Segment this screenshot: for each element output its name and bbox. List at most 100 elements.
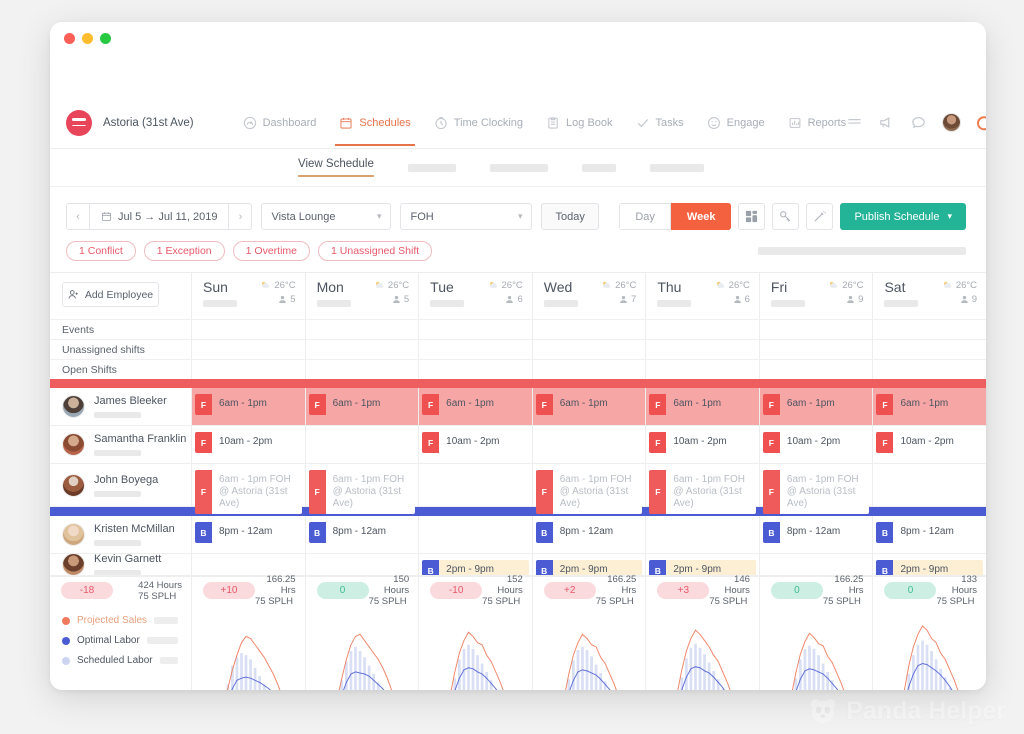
- empty-cell[interactable]: [419, 464, 533, 506]
- shift-block[interactable]: F 6am - 1pm: [308, 394, 416, 415]
- unassigned-cell[interactable]: [873, 340, 986, 359]
- tab-placeholder[interactable]: [489, 163, 548, 172]
- open-shift-cell[interactable]: [646, 360, 760, 379]
- people-icon: [960, 295, 968, 303]
- shift-block[interactable]: F 10am - 2pm: [762, 432, 870, 453]
- check-icon: [636, 116, 650, 130]
- shift-block[interactable]: F 6am - 1pm: [535, 394, 643, 415]
- empty-cell[interactable]: [419, 516, 533, 553]
- view-day-button[interactable]: Day: [619, 203, 671, 230]
- shift-block[interactable]: F 6am - 1pm FOH @ Astoria (31st Ave): [308, 470, 416, 514]
- shift-block[interactable]: B 8pm - 12am: [762, 522, 870, 543]
- empty-cell[interactable]: [306, 554, 420, 575]
- unassigned-cell[interactable]: [760, 340, 874, 359]
- open-shift-cell[interactable]: [873, 360, 986, 379]
- open-shift-cell[interactable]: [533, 360, 647, 379]
- shift-block[interactable]: F 10am - 2pm: [649, 432, 756, 453]
- tab-placeholder[interactable]: [581, 163, 616, 172]
- user-avatar[interactable]: [942, 113, 962, 132]
- publish-schedule-button[interactable]: Publish Schedule ▾: [840, 203, 966, 230]
- shift-block[interactable]: F 6am - 1pm FOH @ Astoria (31st Ave): [195, 470, 302, 514]
- shift-block[interactable]: F 6am - 1pm: [649, 394, 756, 415]
- events-cell[interactable]: [306, 320, 420, 339]
- day-chart-sat[interactable]: [873, 604, 986, 690]
- unassigned-cell[interactable]: [306, 340, 420, 359]
- shift-block[interactable]: F 10am - 2pm: [876, 432, 984, 453]
- day-chart-fri[interactable]: [760, 604, 874, 690]
- day-chart-tue[interactable]: [419, 604, 533, 690]
- tab-view-schedule[interactable]: View Schedule: [298, 158, 374, 177]
- events-cell[interactable]: [646, 320, 760, 339]
- day-chart-thu[interactable]: [646, 604, 760, 690]
- shift-block[interactable]: B 8pm - 12am: [308, 522, 416, 543]
- nav-item-dashboard[interactable]: Dashboard: [243, 99, 316, 146]
- shift-block[interactable]: F 10am - 2pm: [422, 432, 529, 453]
- shift-block[interactable]: F 6am - 1pm FOH @ Astoria (31st Ave): [762, 470, 870, 514]
- nav-item-reports[interactable]: Reports: [788, 99, 846, 146]
- open-shift-cell[interactable]: [419, 360, 533, 379]
- shift-block[interactable]: F 6am - 1pm: [195, 394, 302, 415]
- shift-block[interactable]: F 10am - 2pm: [195, 432, 302, 453]
- events-cell[interactable]: [419, 320, 533, 339]
- alert-conflict[interactable]: 1 Conflict: [66, 241, 136, 261]
- events-cell[interactable]: [873, 320, 986, 339]
- nav-item-log-book[interactable]: Log Book: [546, 99, 613, 146]
- key-icon[interactable]: [772, 203, 800, 230]
- add-employee-button[interactable]: Add Employee: [62, 282, 159, 307]
- row-events: Events: [50, 319, 986, 339]
- shift-block[interactable]: F 6am - 1pm FOH @ Astoria (31st Ave): [649, 470, 756, 514]
- alert-exception[interactable]: 1 Exception: [143, 241, 225, 261]
- maximize-window-button[interactable]: [100, 33, 111, 44]
- events-cell[interactable]: [192, 320, 306, 339]
- open-shift-cell[interactable]: [306, 360, 420, 379]
- menu-icon[interactable]: [846, 114, 863, 131]
- shift-time: 8pm - 12am: [893, 522, 984, 543]
- venue-select[interactable]: Vista Lounge ▾: [261, 203, 392, 230]
- empty-cell[interactable]: [873, 464, 986, 506]
- layout-grid-icon[interactable]: [738, 203, 766, 230]
- nav-item-time-clocking[interactable]: Time Clocking: [434, 99, 523, 146]
- empty-cell[interactable]: [192, 554, 306, 575]
- shift-block[interactable]: B 8pm - 12am: [535, 522, 643, 543]
- events-cell[interactable]: [760, 320, 874, 339]
- shift-block[interactable]: F 6am - 1pm: [422, 394, 529, 415]
- next-week-button[interactable]: ›: [229, 204, 251, 229]
- department-select[interactable]: FOH ▾: [400, 203, 533, 230]
- minimize-window-button[interactable]: [82, 33, 93, 44]
- unassigned-cell[interactable]: [192, 340, 306, 359]
- view-week-button[interactable]: Week: [670, 203, 732, 230]
- day-chart-wed[interactable]: [533, 604, 647, 690]
- day-chart-mon[interactable]: [306, 604, 420, 690]
- alert-overtime[interactable]: 1 Overtime: [232, 241, 311, 261]
- tab-placeholder[interactable]: [649, 163, 704, 172]
- magic-wand-icon[interactable]: [806, 203, 834, 230]
- prev-week-button[interactable]: ‹: [67, 204, 89, 229]
- nav-item-engage[interactable]: Engage: [707, 99, 765, 146]
- empty-cell[interactable]: [306, 426, 420, 463]
- employee-row-samantha-franklin: Samantha Franklin F 10am - 2pm F 10am - 2p…: [50, 426, 986, 464]
- open-shift-cell[interactable]: [760, 360, 874, 379]
- open-shift-cell[interactable]: [192, 360, 306, 379]
- empty-cell[interactable]: [646, 516, 760, 553]
- nav-item-tasks[interactable]: Tasks: [636, 99, 684, 146]
- alert-unassigned-shift[interactable]: 1 Unassigned Shift: [318, 241, 433, 261]
- unassigned-cell[interactable]: [419, 340, 533, 359]
- unassigned-cell[interactable]: [646, 340, 760, 359]
- empty-cell[interactable]: [533, 426, 647, 463]
- empty-cell[interactable]: [760, 554, 874, 575]
- today-button[interactable]: Today: [541, 203, 599, 230]
- close-window-button[interactable]: [64, 33, 75, 44]
- nav-item-schedules[interactable]: Schedules: [335, 99, 416, 146]
- unassigned-cell[interactable]: [533, 340, 647, 359]
- announcement-icon[interactable]: [878, 114, 895, 131]
- day-chart-sun[interactable]: [192, 604, 306, 690]
- shift-block[interactable]: F 6am - 1pm FOH @ Astoria (31st Ave): [535, 470, 643, 514]
- shift-block[interactable]: F 6am - 1pm: [762, 394, 870, 415]
- shift-block[interactable]: F 6am - 1pm: [876, 394, 983, 415]
- chat-icon[interactable]: [910, 114, 927, 131]
- tab-placeholder[interactable]: [407, 163, 456, 172]
- shift-block[interactable]: B 8pm - 12am: [195, 522, 302, 543]
- date-range-display[interactable]: Jul 5 → Jul 11, 2019: [89, 204, 230, 229]
- events-cell[interactable]: [533, 320, 647, 339]
- shift-block[interactable]: B 8pm - 12am: [876, 522, 984, 543]
